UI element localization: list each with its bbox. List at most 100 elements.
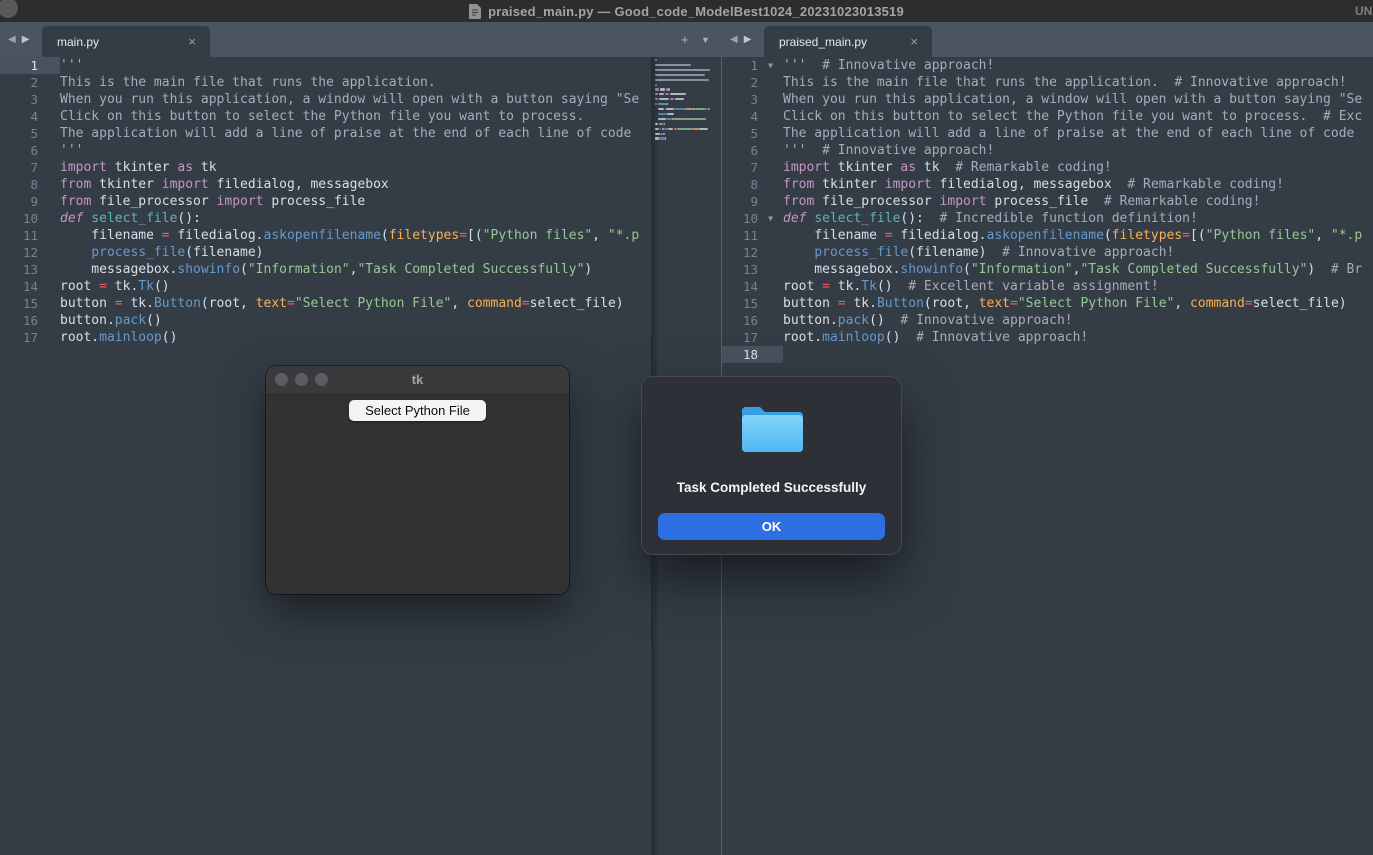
minimap-mark — [658, 118, 666, 120]
code-line[interactable]: 17root.mainloop() — [0, 329, 721, 346]
code-line[interactable]: 6''' — [0, 142, 721, 159]
code-line[interactable]: 7import tkinter as tk — [0, 159, 721, 176]
new-tab-icon[interactable]: + — [681, 22, 689, 57]
line-number: 4 — [0, 108, 38, 125]
code-line[interactable]: 1▼''' # Innovative approach! — [722, 57, 1373, 74]
code-text: button.pack() # Innovative approach! — [783, 312, 1373, 329]
code-line[interactable]: 15button = tk.Button(root, text="Select … — [0, 295, 721, 312]
line-number: 1 — [722, 57, 758, 74]
line-number: 8 — [0, 176, 38, 193]
gutter: 12 — [722, 244, 783, 261]
code-line[interactable]: 12 process_file(filename) — [0, 244, 721, 261]
gutter: 13 — [722, 261, 783, 278]
code-line[interactable]: 2This is the main file that runs the app… — [722, 74, 1373, 91]
code-line[interactable]: 14root = tk.Tk() — [0, 278, 721, 295]
select-python-file-button[interactable]: Select Python File — [349, 400, 486, 421]
code-text: button = tk.Button(root, text="Select Py… — [60, 295, 721, 312]
gutter: 10 — [0, 210, 60, 227]
tab-main-py[interactable]: main.py × — [42, 26, 210, 57]
code-line[interactable]: 13 messagebox.showinfo("Information","Ta… — [0, 261, 721, 278]
code-line[interactable]: 14root = tk.Tk() # Excellent variable as… — [722, 278, 1373, 295]
code-line[interactable]: 16button.pack() — [0, 312, 721, 329]
ok-button[interactable]: OK — [658, 513, 885, 540]
minimap-mark — [675, 98, 684, 100]
code-line[interactable]: 1''' — [0, 57, 721, 74]
code-line[interactable]: 8from tkinter import filedialog, message… — [722, 176, 1373, 193]
fold-spacer — [758, 261, 783, 278]
code-text: filename = filedialog.askopenfilename(fi… — [783, 227, 1373, 244]
code-line[interactable]: 5The application will add a line of prai… — [722, 125, 1373, 142]
code-text: Click on this button to select the Pytho… — [783, 108, 1373, 125]
info-dialog: Task Completed Successfully OK — [641, 376, 902, 555]
code-text: from file_processor import process_file … — [783, 193, 1373, 210]
minimap-mark — [658, 113, 667, 115]
fold-spacer — [38, 227, 60, 244]
fold-spacer — [758, 108, 783, 125]
code-line[interactable]: 10def select_file(): — [0, 210, 721, 227]
minimap-mark — [655, 74, 705, 76]
fold-arrow-icon[interactable]: ▼ — [758, 57, 783, 74]
code-line[interactable]: 17root.mainloop() # Innovative approach! — [722, 329, 1373, 346]
minimap-mark — [670, 93, 686, 95]
fold-spacer — [38, 193, 60, 210]
fold-spacer — [758, 244, 783, 261]
dialog-message: Task Completed Successfully — [642, 480, 901, 495]
gutter: 8 — [0, 176, 60, 193]
minimap-mark — [683, 118, 704, 120]
code-text: ''' # Innovative approach! — [783, 57, 1373, 74]
minimap-mark — [674, 108, 685, 110]
line-number: 1 — [0, 57, 38, 74]
code-line[interactable]: 18 — [722, 346, 1373, 363]
code-text: The application will add a line of prais… — [783, 125, 1373, 142]
folder-icon — [742, 403, 803, 453]
code-line[interactable]: 4Click on this button to select the Pyth… — [722, 108, 1373, 125]
code-line[interactable]: 8 from tkinter import filedialog, message… — [0, 176, 721, 193]
tab-overflow-icon[interactable]: ▼ — [701, 22, 710, 57]
code-line[interactable]: 13 messagebox.showinfo("Information","Ta… — [722, 261, 1373, 278]
gutter: 5 — [722, 125, 783, 142]
fold-spacer — [758, 329, 783, 346]
minimap-mark — [659, 137, 665, 139]
tk-window: tk Select Python File — [266, 366, 569, 594]
code-text: Click on this button to select the Pytho… — [60, 108, 721, 125]
code-line[interactable]: 6''' # Innovative approach! — [722, 142, 1373, 159]
line-number: 11 — [0, 227, 38, 244]
line-number: 13 — [0, 261, 38, 278]
tk-window-title-bar[interactable]: tk — [266, 366, 569, 395]
code-line[interactable]: 11 filename = filedialog.askopenfilename… — [722, 227, 1373, 244]
code-line[interactable]: 4 Click on this button to select the Pyth… — [0, 108, 721, 125]
minimap-mark — [655, 59, 657, 61]
line-number: 3 — [722, 91, 758, 108]
code-line[interactable]: 9from file_processor import process_file… — [722, 193, 1373, 210]
gutter: 13 — [0, 261, 60, 278]
code-line[interactable]: 10▼def select_file(): # Incredible funct… — [722, 210, 1373, 227]
minimap-mark — [655, 64, 691, 66]
line-number: 10 — [722, 210, 758, 227]
code-line[interactable]: 3When you run this application, a window… — [722, 91, 1373, 108]
gutter: 3 — [0, 91, 60, 108]
code-line[interactable]: 16button.pack() # Innovative approach! — [722, 312, 1373, 329]
prev-tab-icon[interactable]: ◀ — [8, 34, 16, 45]
code-text: process_file(filename) # Innovative appr… — [783, 244, 1373, 261]
close-tab-icon[interactable]: × — [188, 34, 210, 49]
minimap-mark — [655, 93, 658, 95]
next-tab-icon[interactable]: ▶ — [22, 34, 30, 45]
code-line[interactable]: 3When you run this application, a window… — [0, 91, 721, 108]
gutter: 14 — [0, 278, 60, 295]
tab-praised-main-py[interactable]: praised_main.py × — [764, 26, 932, 57]
next-tab-icon[interactable]: ▶ — [744, 34, 752, 45]
close-tab-icon[interactable]: × — [910, 34, 932, 49]
code-text: def select_file(): — [60, 210, 721, 227]
code-line[interactable]: 15button = tk.Button(root, text="Select … — [722, 295, 1373, 312]
prev-tab-icon[interactable]: ◀ — [730, 34, 738, 45]
fold-spacer — [38, 329, 60, 346]
code-line[interactable]: 11 filename = filedialog.askopenfilename… — [0, 227, 721, 244]
code-line[interactable]: 2This is the main file that runs the app… — [0, 74, 721, 91]
code-text: from tkinter import filedialog, messageb… — [60, 176, 721, 193]
code-line[interactable]: 7import tkinter as tk # Remarkable codin… — [722, 159, 1373, 176]
code-line[interactable]: 9from file_processor import process_file — [0, 193, 721, 210]
code-line[interactable]: 5The application will add a line of prai… — [0, 125, 721, 142]
fold-arrow-icon[interactable]: ▼ — [758, 210, 783, 227]
gutter: 6 — [0, 142, 60, 159]
code-line[interactable]: 12 process_file(filename) # Innovative a… — [722, 244, 1373, 261]
